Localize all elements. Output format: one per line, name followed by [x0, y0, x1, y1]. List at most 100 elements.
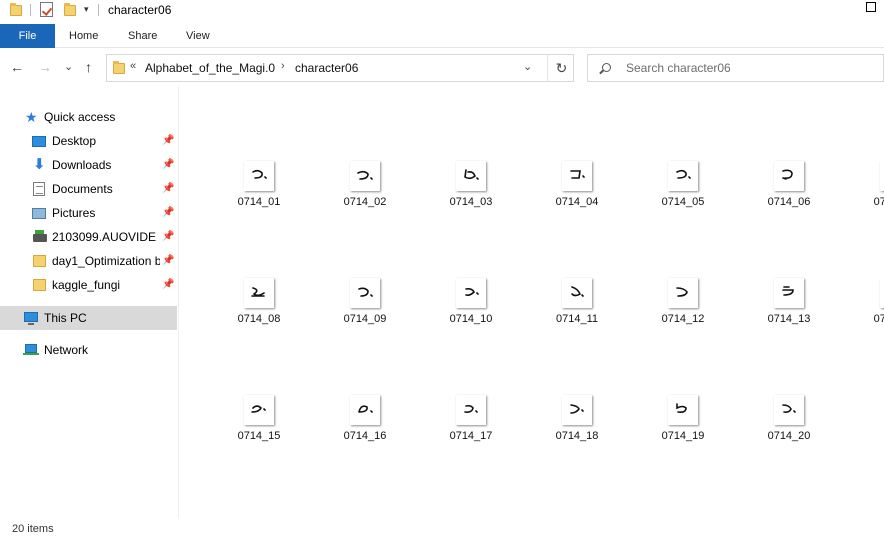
pin-icon[interactable]: 📌: [162, 225, 174, 249]
file-item[interactable]: 0714_13: [747, 278, 837, 338]
file-item[interactable]: 0714_16: [323, 395, 413, 455]
image-thumbnail: [350, 278, 380, 308]
character-glyph: [782, 404, 796, 413]
maximize-button[interactable]: [866, 2, 876, 12]
file-item[interactable]: 0714_05: [641, 161, 731, 221]
search-box[interactable]: [587, 54, 884, 82]
file-name: 0714_08: [237, 313, 281, 325]
character-glyph: [570, 170, 585, 179]
pin-icon[interactable]: 📌: [162, 249, 174, 273]
file-name: 0714_03: [449, 196, 493, 208]
sidebar-item-desktop[interactable]: Desktop 📌: [0, 129, 177, 153]
image-thumbnail: [350, 161, 380, 191]
sidebar-item-label: kaggle_fungi: [52, 278, 121, 292]
address-overflow[interactable]: «: [130, 60, 136, 72]
file-item[interactable]: 0714_10: [429, 278, 519, 338]
file-item[interactable]: 0714_04: [535, 161, 625, 221]
file-name: 0714_20: [767, 430, 811, 442]
sidebar-item-downloads[interactable]: ⬇ Downloads 📌: [0, 153, 177, 177]
character-glyph: [464, 169, 479, 180]
back-button[interactable]: ←: [10, 58, 24, 76]
address-dropdown[interactable]: ⌄: [523, 60, 532, 73]
sidebar-item-kaggle-fungi[interactable]: kaggle_fungi 📌: [0, 273, 177, 297]
network-icon: [23, 344, 39, 355]
sidebar-item-network-drive[interactable]: 2103099.AUOVIDE (\\ 📌: [0, 225, 177, 249]
image-thumbnail: [774, 278, 804, 308]
character-glyph: [464, 404, 478, 413]
file-name: 0714_01: [237, 196, 281, 208]
file-item[interactable]: 0714_19: [641, 395, 731, 455]
file-name: 0714_12: [661, 313, 705, 325]
file-name: 0714_06: [767, 196, 811, 208]
character-glyph: [251, 287, 265, 297]
image-thumbnail: [774, 161, 804, 191]
file-name: 0714_19: [661, 430, 705, 442]
file-item[interactable]: 0714_15: [217, 395, 307, 455]
file-name: 0714_17: [449, 430, 493, 442]
image-thumbnail: [880, 161, 884, 191]
desktop-icon: [32, 136, 46, 147]
address-bar[interactable]: « Alphabet_of_the_Magi.0 › character06 ⌄…: [106, 54, 574, 82]
file-name: 0714_18: [555, 430, 599, 442]
sidebar-item-label: Quick access: [44, 110, 116, 124]
sidebar-item-pictures[interactable]: Pictures 📌: [0, 201, 177, 225]
forward-button[interactable]: →: [38, 58, 52, 76]
file-item[interactable]: 0714_03: [429, 161, 519, 221]
sidebar-item-network[interactable]: Network: [0, 338, 177, 362]
pin-icon[interactable]: 📌: [162, 273, 174, 297]
tab-share[interactable]: Share: [128, 24, 157, 48]
breadcrumb-segment[interactable]: Alphabet_of_the_Magi.0: [145, 61, 275, 75]
file-item[interactable]: 0714_09: [323, 278, 413, 338]
pin-icon[interactable]: 📌: [162, 177, 174, 201]
customize-quick-access-dropdown[interactable]: ▾: [84, 4, 89, 15]
file-item[interactable]: 0714_07: [853, 161, 884, 221]
up-button[interactable]: ↑: [85, 58, 92, 76]
sidebar-item-label: day1_Optimization b: [52, 254, 160, 268]
sidebar-item-label: Desktop: [52, 134, 97, 148]
file-item[interactable]: 0714_06: [747, 161, 837, 221]
file-item[interactable]: 0714_20: [747, 395, 837, 455]
title-bar: ▾ character06: [0, 0, 884, 22]
image-thumbnail: [668, 161, 698, 191]
character-glyph: [880, 161, 884, 191]
file-item[interactable]: 0714_08: [217, 278, 307, 338]
file-item[interactable]: 0714_17: [429, 395, 519, 455]
tab-view[interactable]: View: [186, 24, 210, 48]
pin-icon[interactable]: 📌: [162, 201, 174, 225]
title-separator: [98, 4, 99, 16]
pin-icon[interactable]: 📌: [162, 129, 174, 153]
new-folder-icon[interactable]: [64, 3, 76, 16]
properties-icon[interactable]: [40, 2, 53, 17]
file-name: 0714_14: [873, 313, 884, 325]
image-thumbnail: [880, 278, 884, 308]
folder-icon[interactable]: [10, 3, 22, 16]
image-thumbnail: [668, 395, 698, 425]
image-thumbnail: [456, 395, 486, 425]
image-thumbnail: [350, 395, 380, 425]
sidebar-item-this-pc[interactable]: This PC: [0, 306, 177, 330]
file-item[interactable]: 0714_14: [853, 278, 884, 338]
file-item[interactable]: 0714_01: [217, 161, 307, 221]
star-icon: ★: [25, 109, 38, 125]
file-item[interactable]: 0714_12: [641, 278, 731, 338]
sidebar-item-day1-optimization[interactable]: day1_Optimization b 📌: [0, 249, 177, 273]
recent-locations-button[interactable]: ⌄: [64, 58, 73, 76]
image-thumbnail: [774, 395, 804, 425]
file-item[interactable]: 0714_02: [323, 161, 413, 221]
character-glyph: [571, 286, 584, 297]
file-item[interactable]: 0714_18: [535, 395, 625, 455]
pane-divider[interactable]: [178, 86, 179, 518]
pin-icon[interactable]: 📌: [162, 153, 174, 177]
search-input[interactable]: [626, 55, 876, 81]
tab-home[interactable]: Home: [69, 24, 98, 48]
breadcrumb-segment[interactable]: character06: [295, 61, 358, 75]
sidebar-item-documents[interactable]: Documents 📌: [0, 177, 177, 201]
file-item[interactable]: 0714_11: [535, 278, 625, 338]
character-glyph: [676, 403, 687, 413]
character-glyph: [782, 286, 794, 296]
breadcrumb-separator[interactable]: ›: [281, 60, 285, 72]
refresh-button[interactable]: ↻: [547, 55, 575, 81]
tab-file[interactable]: File: [0, 24, 55, 48]
sidebar-item-quick-access[interactable]: ★ Quick access: [0, 105, 177, 129]
image-thumbnail: [244, 161, 274, 191]
